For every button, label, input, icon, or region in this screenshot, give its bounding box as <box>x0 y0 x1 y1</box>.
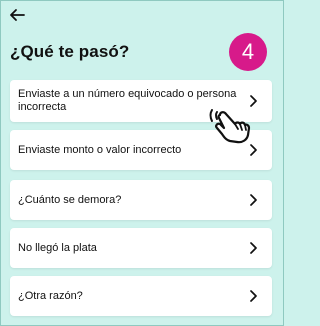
arrow-left-icon[interactable] <box>8 6 26 24</box>
hand-pointer-icon <box>209 109 251 144</box>
option-label: No llegó la plata <box>18 241 97 254</box>
option-label: Enviaste a un número equivocado o person… <box>18 88 237 113</box>
step-number-badge: 4 <box>229 33 267 71</box>
option-label: ¿Otra razón? <box>18 289 83 302</box>
option-money-not-arrived[interactable]: No llegó la plata <box>10 228 272 268</box>
chevron-right-icon <box>250 242 257 254</box>
option-label: ¿Cuánto se demora? <box>18 193 122 206</box>
option-other-reason[interactable]: ¿Otra razón? <box>10 276 272 316</box>
chevron-right-icon <box>250 290 257 302</box>
chevron-right-icon <box>250 194 257 206</box>
option-label: Enviaste monto o valor incorrecto <box>18 143 182 156</box>
option-how-long[interactable]: ¿Cuánto se demora? <box>10 180 272 220</box>
page-title: ¿Qué te pasó? <box>10 42 130 61</box>
